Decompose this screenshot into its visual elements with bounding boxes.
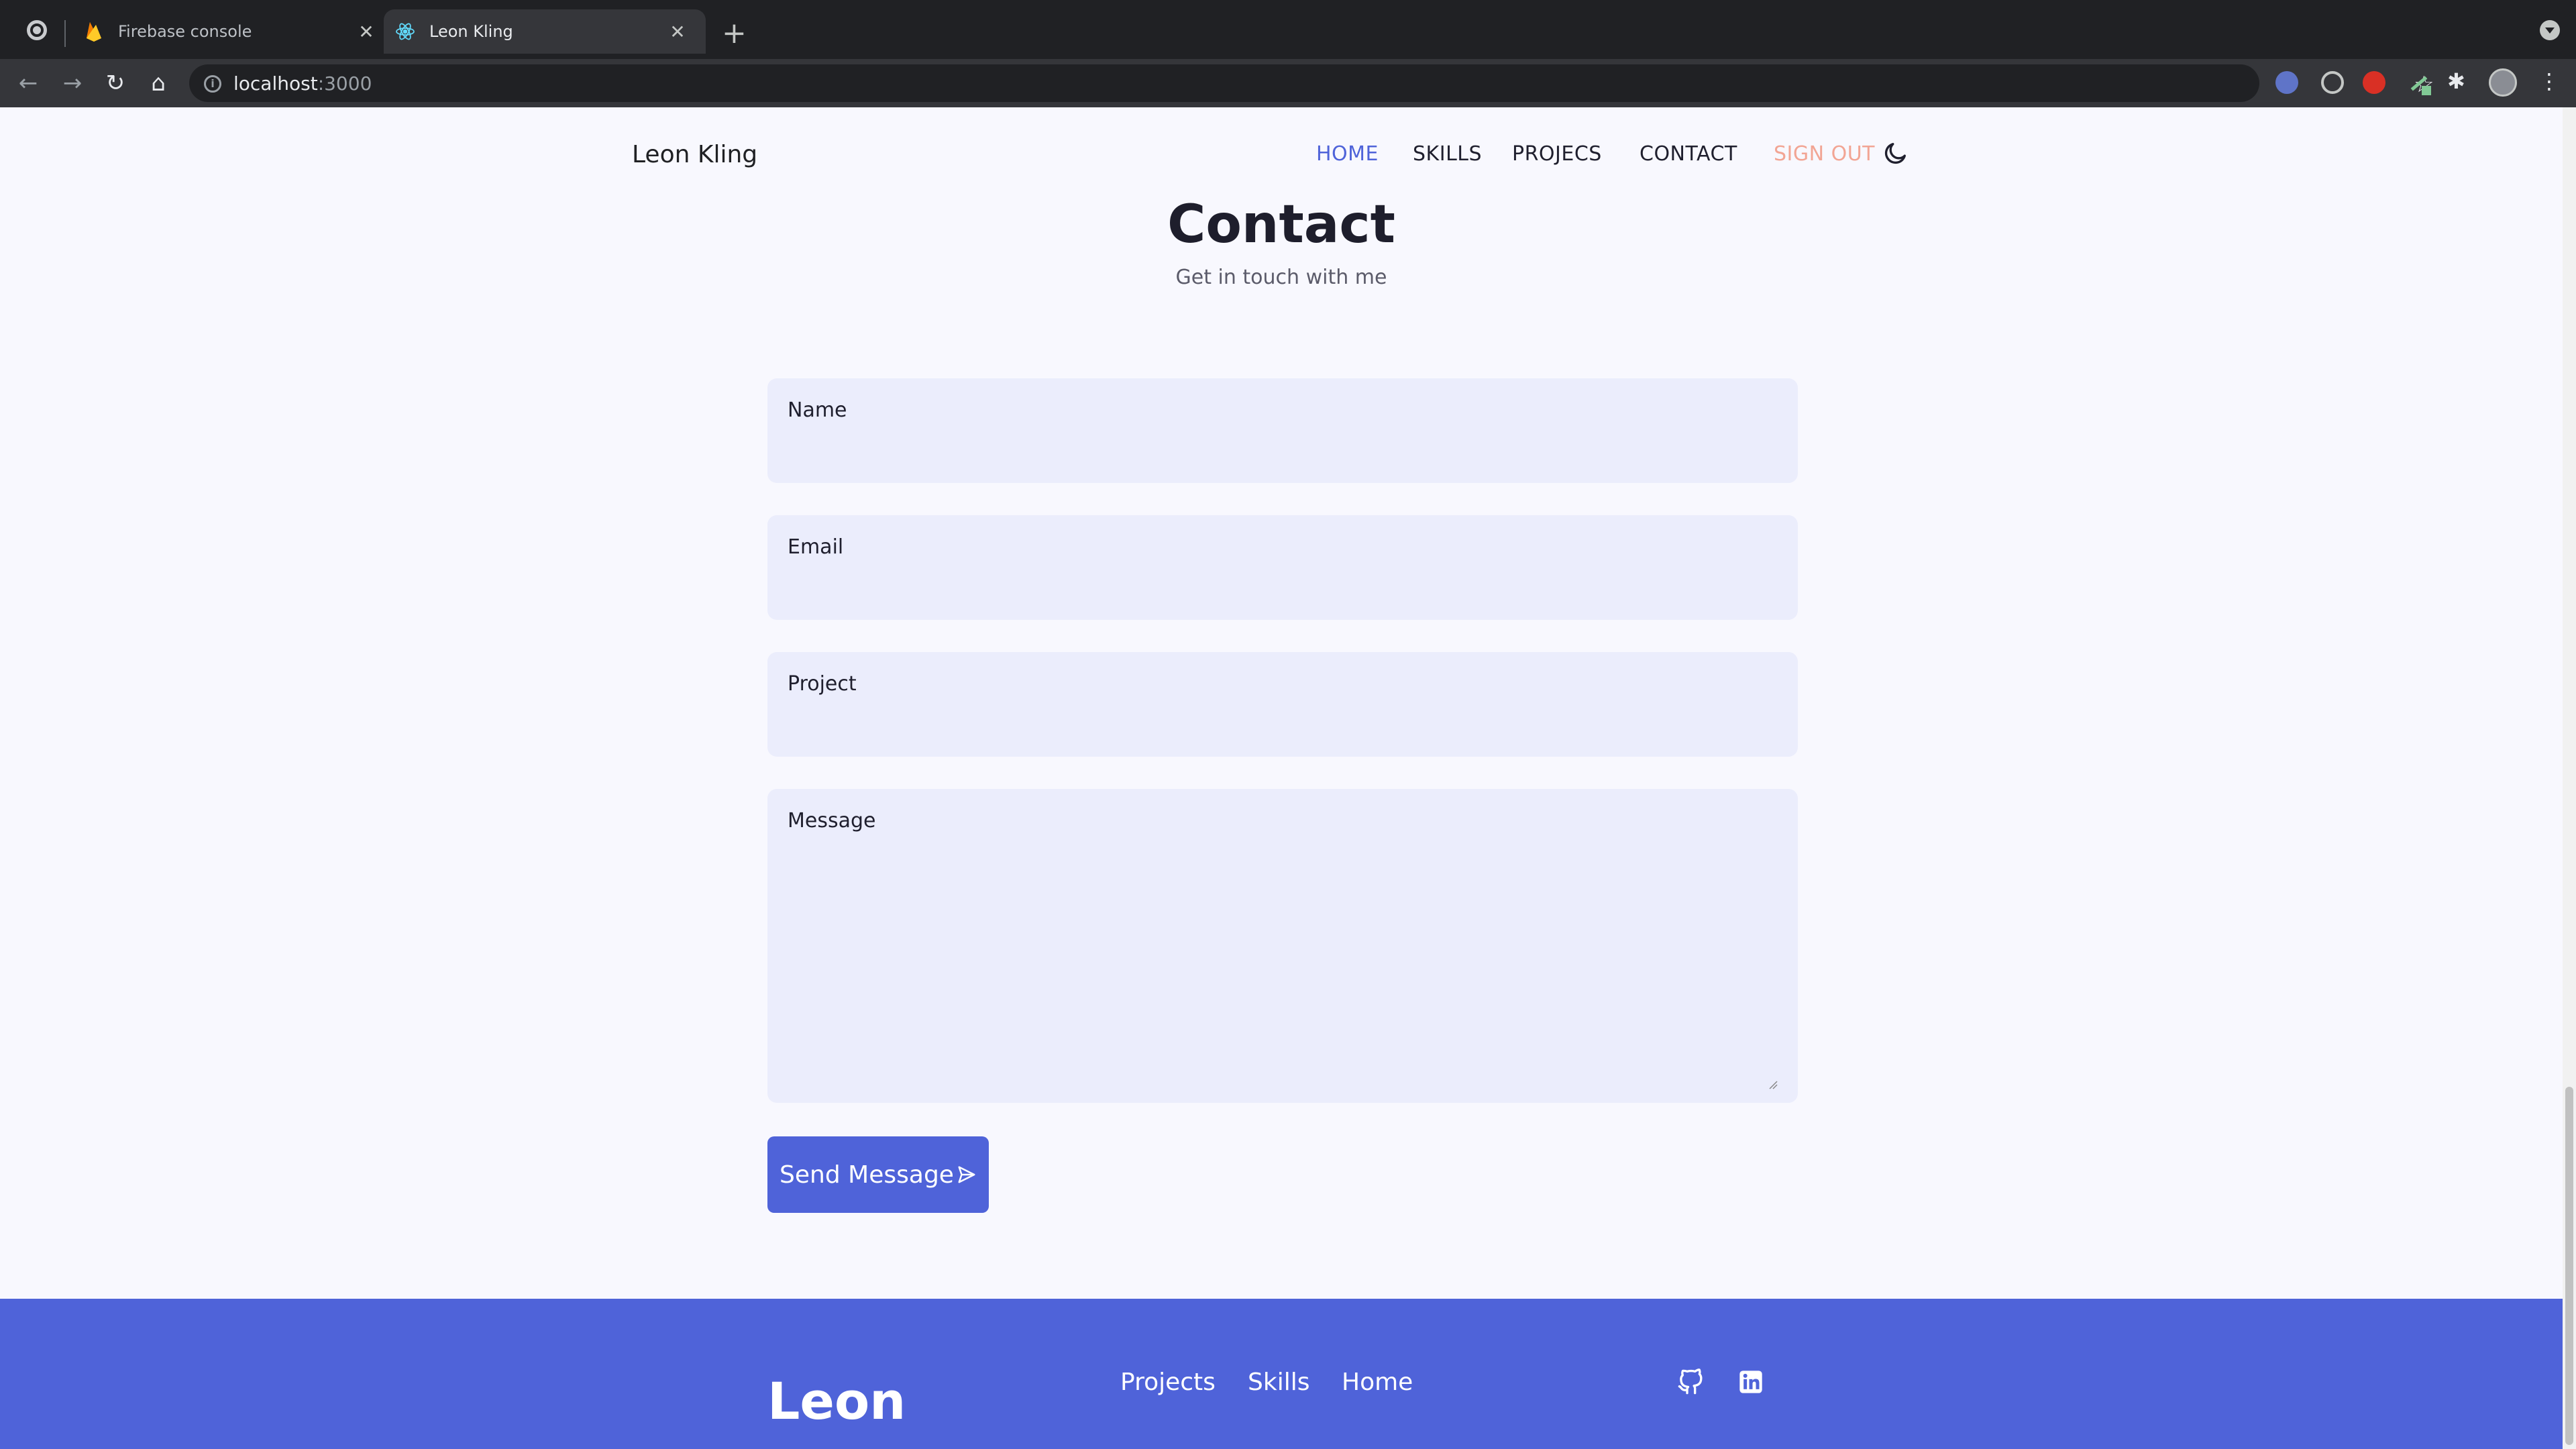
nav-sign-out[interactable]: SIGN OUT [1774, 142, 1875, 166]
url-port: :3000 [317, 72, 372, 95]
extension-icon[interactable] [2275, 71, 2298, 94]
site-logo[interactable]: Leon Kling [632, 141, 757, 168]
scrollbar-thumb[interactable] [2565, 1087, 2573, 1445]
email-field[interactable]: Email [767, 515, 1798, 620]
email-label: Email [788, 535, 844, 559]
linkedin-icon[interactable] [1737, 1368, 1764, 1395]
nav-skills[interactable]: SKILLS [1413, 142, 1482, 166]
message-textarea[interactable]: Message [767, 789, 1798, 1103]
close-icon[interactable]: ✕ [353, 21, 380, 43]
github-icon[interactable] [1677, 1368, 1704, 1395]
react-icon [393, 19, 417, 44]
send-icon [958, 1166, 975, 1183]
back-icon[interactable]: ← [12, 67, 44, 99]
nav-contact[interactable]: CONTACT [1640, 142, 1737, 166]
name-label: Name [788, 398, 847, 422]
page-subtitle: Get in touch with me [1175, 266, 1387, 289]
footer-link-projects[interactable]: Projects [1120, 1368, 1216, 1396]
moon-icon[interactable] [1882, 140, 1909, 166]
address-bar[interactable]: i localhost:3000 ☆ [189, 64, 2434, 102]
browser-tab-bar: Firebase console ✕ Leon Kling ✕ + [0, 0, 2576, 59]
project-label: Project [788, 672, 857, 696]
menu-kebab-icon[interactable]: ⋮ [2538, 68, 2560, 94]
nav-projects[interactable]: PROJECS [1512, 142, 1602, 166]
tab-divider [64, 20, 66, 47]
footer-link-skills[interactable]: Skills [1248, 1368, 1309, 1396]
send-message-label: Send Message [780, 1161, 954, 1189]
forward-icon[interactable]: → [56, 67, 89, 99]
tab-firebase-console[interactable]: Firebase console ✕ [72, 9, 386, 54]
tab-search-icon[interactable] [2540, 20, 2560, 40]
url-host: localhost [233, 72, 318, 95]
tab-title: Leon Kling [429, 22, 513, 41]
tab-title: Firebase console [118, 22, 252, 41]
nav-home[interactable]: HOME [1316, 142, 1379, 166]
profile-avatar[interactable] [2489, 68, 2517, 97]
footer-logo: Leon [767, 1371, 906, 1431]
reload-icon[interactable]: ↻ [99, 67, 131, 99]
firebase-icon [82, 19, 106, 44]
extension-icon[interactable] [2363, 71, 2385, 94]
message-label: Message [788, 809, 876, 833]
send-message-button[interactable]: Send Message [767, 1136, 989, 1213]
info-icon[interactable]: i [204, 75, 221, 93]
footer: Leon Projects Skills Home [0, 1299, 2563, 1449]
resize-handle-icon[interactable] [1768, 1080, 1778, 1089]
page-scrollbar[interactable] [2563, 107, 2576, 1449]
page-viewport: Leon Kling HOME SKILLS PROJECS CONTACT S… [0, 107, 2563, 1449]
extension-icon[interactable] [2407, 71, 2431, 95]
url-text: localhost:3000 [233, 72, 372, 95]
extensions-puzzle-icon[interactable]: ✱ [2447, 68, 2465, 94]
footer-link-home[interactable]: Home [1342, 1368, 1413, 1396]
tab-leon-kling[interactable]: Leon Kling ✕ [384, 9, 706, 54]
browser-toolbar: ← → ↻ ⌂ i localhost:3000 ☆ ✱ ⋮ [0, 59, 2576, 107]
new-tab-icon[interactable]: + [722, 15, 747, 52]
chrome-icon [27, 20, 47, 40]
extension-icon[interactable] [2321, 71, 2344, 94]
name-field[interactable]: Name [767, 378, 1798, 483]
project-field[interactable]: Project [767, 652, 1798, 757]
home-icon[interactable]: ⌂ [142, 67, 174, 99]
page-title: Contact [1167, 195, 1395, 255]
close-icon[interactable]: ✕ [664, 21, 691, 43]
